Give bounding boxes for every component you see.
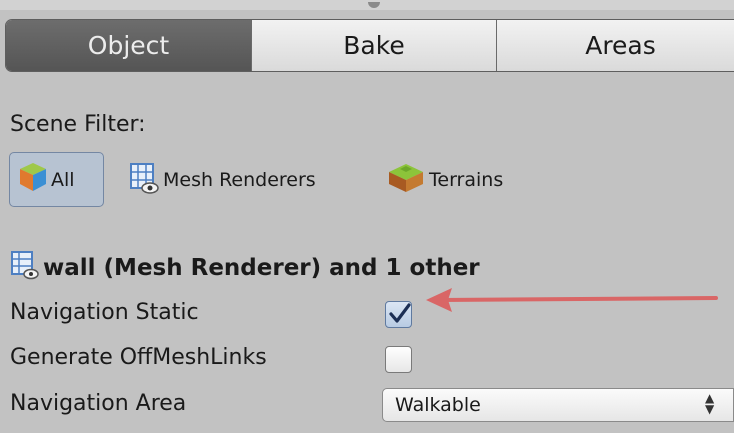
selection-title: wall (Mesh Renderer) and 1 other <box>43 255 480 281</box>
resize-handle[interactable] <box>368 2 380 8</box>
annotation-arrow-icon <box>426 288 718 312</box>
cube-icon <box>18 161 51 198</box>
mesh-renderer-icon <box>10 250 43 286</box>
generate-offmeshlinks-checkbox[interactable] <box>385 346 412 373</box>
generate-offmeshlinks-label: Generate OffMeshLinks <box>10 345 267 370</box>
filter-terrains-label: Terrains <box>429 169 504 191</box>
window-top-strip <box>0 0 734 10</box>
navigation-area-value: Walkable <box>395 394 481 416</box>
checkmark-icon <box>389 303 411 323</box>
mesh-renderer-icon <box>128 161 163 200</box>
filter-all-label: All <box>51 168 75 191</box>
filter-terrains-button[interactable]: Terrains <box>386 162 503 198</box>
filter-all-button[interactable]: All <box>9 152 104 207</box>
navigation-area-label: Navigation Area <box>10 391 187 416</box>
tab-areas[interactable]: Areas <box>497 20 734 71</box>
tab-bake[interactable]: Bake <box>252 20 497 71</box>
navigation-static-checkbox[interactable] <box>385 301 412 328</box>
filter-mesh-renderers-label: Mesh Renderers <box>163 169 316 191</box>
filter-mesh-renderers-button[interactable]: Mesh Renderers <box>128 162 316 198</box>
navigation-area-dropdown[interactable]: Walkable ▲ ▼ <box>382 388 734 422</box>
navigation-static-label: Navigation Static <box>10 300 199 325</box>
tab-object[interactable]: Object <box>6 20 252 71</box>
terrain-icon <box>386 161 429 200</box>
scene-filter-label: Scene Filter: <box>10 112 146 137</box>
updown-arrows-icon: ▲ ▼ <box>705 391 715 416</box>
selection-header: wall (Mesh Renderer) and 1 other <box>10 250 480 286</box>
navigation-tabs: Object Bake Areas <box>5 19 734 72</box>
